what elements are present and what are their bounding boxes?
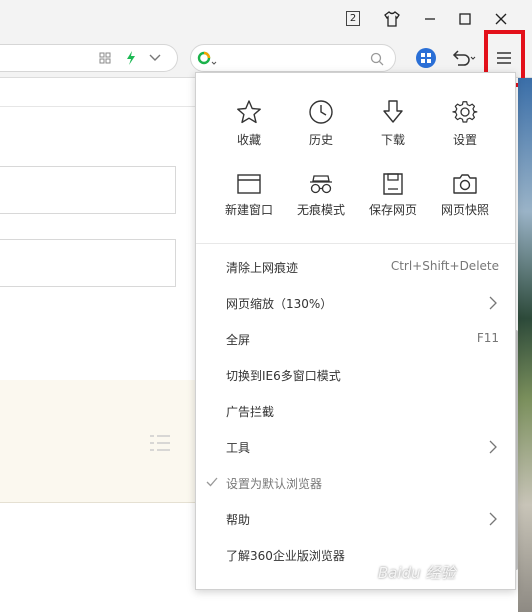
chevron-right-icon: [489, 512, 497, 526]
menu-grid-label: 网页快照: [440, 203, 489, 217]
menu-grid-label: 无痕模式: [296, 203, 345, 217]
menu-item-enterprise[interactable]: 了解360企业版浏览器: [196, 537, 515, 573]
menu-separator: [196, 243, 515, 244]
minimize-icon[interactable]: [419, 8, 441, 30]
star-icon: [237, 100, 261, 124]
skin-icon[interactable]: [381, 8, 403, 30]
menu-grid-label: 收藏: [236, 133, 261, 147]
menu-grid-label: 下载: [380, 133, 405, 147]
menu-item-ie6-mode[interactable]: 切换到IE6多窗口模式: [196, 357, 515, 393]
menu-item-clear-history[interactable]: 清除上网痕迹 Ctrl+Shift+Delete: [196, 249, 515, 285]
lightning-icon[interactable]: [124, 50, 138, 66]
menu-item-shortcut: Ctrl+Shift+Delete: [390, 259, 499, 273]
title-bar: 2: [0, 0, 532, 38]
menu-item-default-browser[interactable]: 设置为默认浏览器: [196, 465, 515, 501]
close-icon[interactable]: [490, 8, 512, 30]
page-divider: [0, 106, 196, 107]
new-window-icon: [237, 174, 261, 194]
menu-item-ad-block[interactable]: 广告拦截: [196, 393, 515, 429]
checkmark-icon: [206, 477, 218, 487]
360-search-logo-icon[interactable]: [197, 50, 219, 68]
chevron-down-icon[interactable]: [148, 51, 162, 65]
maximize-icon[interactable]: [454, 8, 476, 30]
incognito-icon: [310, 175, 332, 194]
page-input-box[interactable]: [0, 166, 176, 214]
menu-item-shortcut: F11: [476, 331, 499, 345]
save-icon: [383, 173, 403, 195]
tab-count-badge[interactable]: 2: [346, 11, 360, 26]
grid-icon[interactable]: [98, 51, 112, 65]
menu-save-page[interactable]: 保存网页: [357, 173, 429, 233]
main-menu: 收藏 历史 下载 设置 新建窗口 无痕模式 保存网页 网页快照 清除上网痕迹 C…: [195, 72, 516, 590]
list-icon[interactable]: [148, 432, 172, 454]
menu-new-window[interactable]: 新建窗口: [213, 173, 285, 233]
menu-item-zoom[interactable]: 网页缩放（130%）: [196, 285, 515, 321]
chevron-right-icon: [489, 440, 497, 454]
search-box[interactable]: [190, 44, 396, 72]
page-panel: [0, 380, 196, 612]
menu-item-help[interactable]: 帮助: [196, 501, 515, 537]
menu-item-label: 了解360企业版浏览器: [226, 549, 345, 563]
menu-item-label: 设置为默认浏览器: [226, 477, 323, 491]
download-icon: [383, 100, 403, 123]
menu-grid-label: 保存网页: [368, 203, 417, 217]
desktop-wallpaper-strip: [518, 78, 532, 612]
menu-item-label: 广告拦截: [226, 405, 275, 419]
menu-item-fullscreen[interactable]: 全屏 F11: [196, 321, 515, 357]
camera-icon: [453, 174, 477, 194]
gear-icon: [452, 101, 478, 123]
menu-grid-label: 设置: [452, 133, 477, 147]
address-bar[interactable]: [0, 44, 178, 72]
menu-item-label: 清除上网痕迹: [226, 261, 299, 275]
page-content-area: [0, 503, 196, 612]
menu-item-label: 网页缩放（130%）: [226, 297, 333, 311]
apps-icon[interactable]: [415, 47, 437, 69]
menu-grid-label: 历史: [308, 133, 333, 147]
clock-icon: [309, 100, 333, 124]
menu-item-tools[interactable]: 工具: [196, 429, 515, 465]
menu-settings[interactable]: 设置: [429, 99, 501, 159]
menu-favorites[interactable]: 收藏: [213, 99, 285, 159]
menu-item-label: 帮助: [226, 513, 251, 527]
search-icon[interactable]: [369, 51, 385, 67]
menu-grid-label: 新建窗口: [224, 203, 273, 217]
menu-item-label: 工具: [226, 441, 251, 455]
page-input-box[interactable]: [0, 239, 176, 287]
chevron-right-icon: [489, 296, 497, 310]
menu-item-label: 切换到IE6多窗口模式: [226, 369, 341, 383]
menu-snapshot[interactable]: 网页快照: [429, 173, 501, 233]
undo-icon[interactable]: [449, 48, 477, 68]
menu-item-label: 全屏: [226, 333, 251, 347]
menu-downloads[interactable]: 下载: [357, 99, 429, 159]
menu-incognito[interactable]: 无痕模式: [285, 173, 357, 233]
watermark: Baidu 经验: [378, 564, 456, 582]
menu-history[interactable]: 历史: [285, 99, 357, 159]
